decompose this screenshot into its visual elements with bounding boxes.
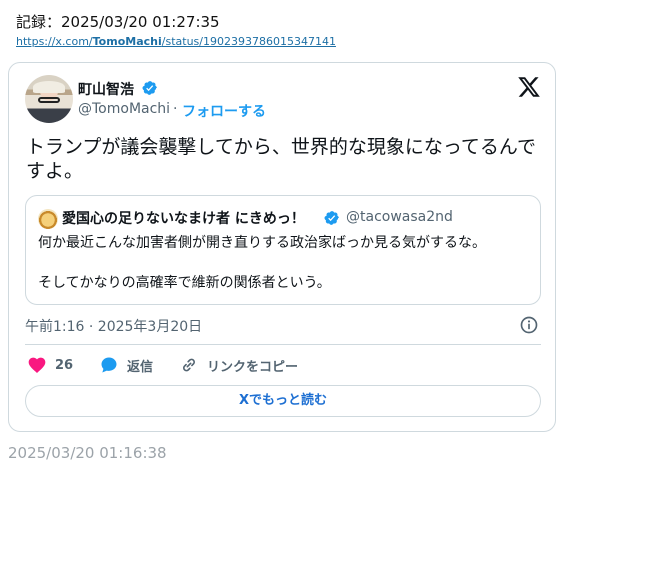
speech-bubble-icon <box>101 357 117 373</box>
reply-label: 返信 <box>127 359 154 375</box>
like-button[interactable]: 26 <box>27 355 73 375</box>
info-icon[interactable] <box>519 315 539 335</box>
read-more-button[interactable]: Xでもっと読む <box>25 385 541 417</box>
link-icon <box>183 358 195 372</box>
quoted-author-name[interactable]: 愛国心の足りないなまけ者 にきめっ！ <box>62 208 305 228</box>
reply-button[interactable]: 返信 <box>99 355 153 375</box>
verified-badge-icon <box>142 81 157 95</box>
tweet-text: トランプが議会襲撃してから、世界的な現象になってるんですよ。 <box>26 136 536 182</box>
divider <box>25 344 541 345</box>
embedded-tweet-card: 町山智浩 @TomoMachi · フォローする トランプが議会襲撃してから、世… <box>8 62 556 432</box>
author-avatar[interactable] <box>25 75 73 123</box>
avatar-glasses <box>38 97 60 103</box>
quoted-tweet[interactable]: 愛国心の足りないなまけ者 にきめっ！ @tacowasa2nd 何か最近こんな加… <box>25 195 541 305</box>
author-handle[interactable]: @TomoMachi <box>78 101 170 117</box>
source-url-prefix: https://x.com/ <box>16 35 93 48</box>
source-url-user: TomoMachi <box>92 35 162 48</box>
follow-button[interactable]: フォローする <box>182 101 266 121</box>
like-count: 26 <box>55 357 74 373</box>
x-logo-icon[interactable] <box>517 75 541 99</box>
verified-badge-icon <box>324 211 339 225</box>
separator-dot: · <box>173 101 178 117</box>
quoted-author-handle[interactable]: @tacowasa2nd <box>346 209 453 225</box>
source-link[interactable]: https://x.com/TomoMachi/status/190239378… <box>16 35 336 48</box>
heart-icon <box>28 357 46 373</box>
quoted-author-avatar[interactable] <box>38 209 58 229</box>
tweet-timestamp[interactable]: 午前1:16 · 2025年3月20日 <box>25 316 202 336</box>
avatar-hat <box>33 81 65 93</box>
source-url-suffix: /status/1902393786015347141 <box>161 35 336 48</box>
record-label: 記録：2025/03/20 01:27:35 <box>16 13 220 31</box>
copy-link-label: リンクをコピー <box>207 359 299 375</box>
author-name[interactable]: 町山智浩 <box>78 79 134 99</box>
capture-date: 2025/03/20 01:16:38 <box>8 444 167 462</box>
quoted-tweet-text: 何か最近こんな加害者側が開き直りする政治家ばっか見る気がするな。 そしてかなりの… <box>38 235 486 291</box>
copy-link-button[interactable]: リンクをコピー <box>179 355 298 375</box>
